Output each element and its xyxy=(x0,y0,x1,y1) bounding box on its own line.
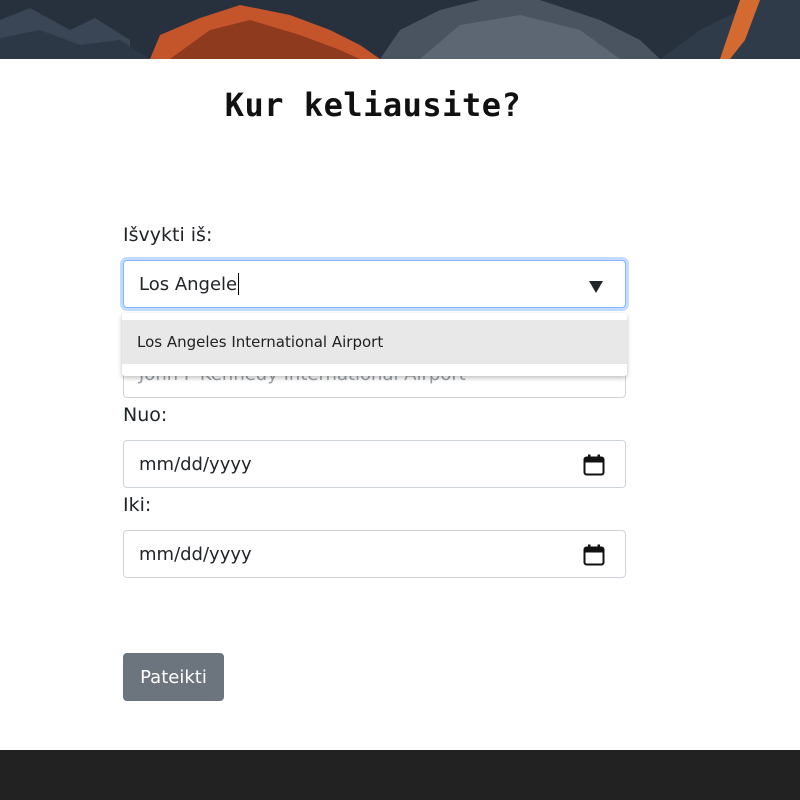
submit-button[interactable]: Pateikti xyxy=(123,653,224,701)
to-date-input[interactable]: mm/dd/yyyy xyxy=(123,530,626,578)
departure-combobox[interactable]: Los Angele xyxy=(123,260,626,308)
departure-input-value[interactable]: Los Angele xyxy=(139,274,237,295)
departure-suggestions-dropdown: Los Angeles International Airport xyxy=(122,313,627,376)
to-date-label: Iki: xyxy=(123,494,152,516)
hero-banner-image xyxy=(0,0,800,59)
page-title: Kur keliausite? xyxy=(224,86,522,124)
from-date-input[interactable]: mm/dd/yyyy xyxy=(123,440,626,488)
text-cursor xyxy=(238,273,240,295)
departure-label: Išvykti iš: xyxy=(123,224,213,246)
calendar-icon[interactable] xyxy=(583,544,605,566)
from-date-label: Nuo: xyxy=(123,404,168,426)
mountain-landscape-image xyxy=(0,0,800,59)
suggestion-item[interactable]: Los Angeles International Airport xyxy=(122,320,627,364)
calendar-icon[interactable] xyxy=(583,454,605,476)
to-date-placeholder: mm/dd/yyyy xyxy=(139,543,252,565)
footer xyxy=(0,750,800,800)
from-date-placeholder: mm/dd/yyyy xyxy=(139,453,252,475)
caret-down-icon[interactable] xyxy=(589,281,603,293)
